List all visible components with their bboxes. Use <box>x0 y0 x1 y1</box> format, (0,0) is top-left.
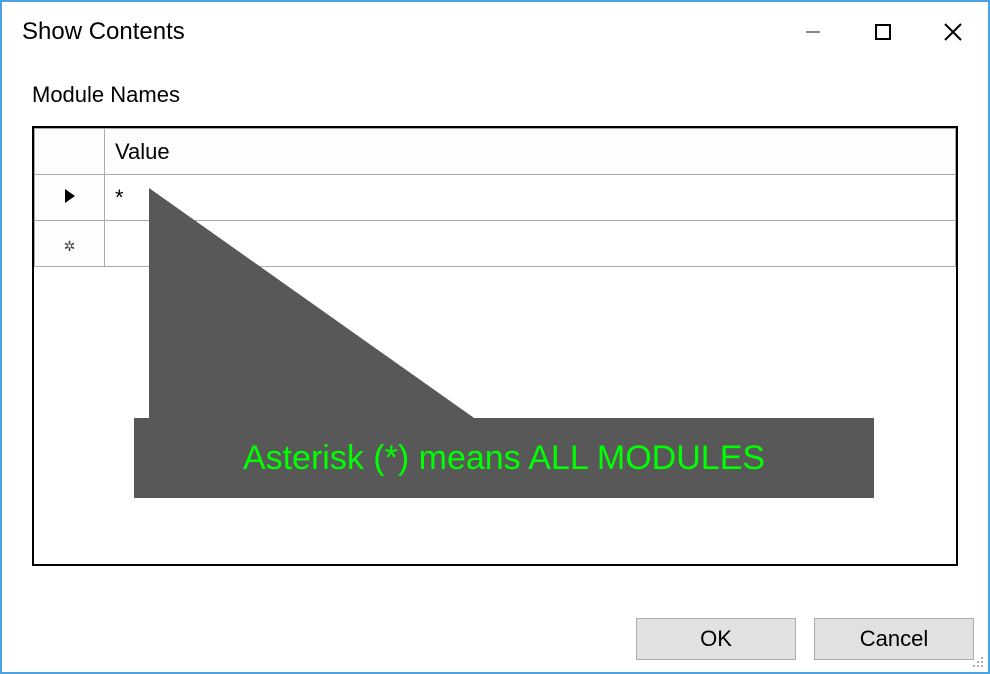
annotation-text: Asterisk (*) means ALL MODULES <box>243 439 765 478</box>
table-header-row: Value <box>35 129 956 175</box>
column-header-value[interactable]: Value <box>105 129 956 175</box>
minimize-button[interactable] <box>778 2 848 62</box>
grid-container: Value ✲ <box>32 126 958 566</box>
window-title: Show Contents <box>22 18 185 46</box>
table-row[interactable]: ✲ <box>35 221 956 267</box>
annotation-box: Asterisk (*) means ALL MODULES <box>134 418 874 498</box>
window-controls <box>778 2 988 62</box>
resize-grip-icon[interactable] <box>970 654 984 668</box>
minimize-icon <box>804 23 822 41</box>
close-button[interactable] <box>918 2 988 62</box>
new-row-icon: ✲ <box>64 238 76 254</box>
section-label: Module Names <box>32 82 958 108</box>
row-indicator-current <box>35 175 105 221</box>
titlebar: Show Contents <box>2 2 988 62</box>
dialog-body: Module Names Value <box>2 62 988 576</box>
value-cell-empty[interactable] <box>105 221 956 267</box>
close-icon <box>942 21 964 43</box>
current-row-icon <box>63 185 77 211</box>
dialog-footer: OK Cancel <box>636 618 974 660</box>
values-table: Value ✲ <box>34 128 956 267</box>
value-cell[interactable] <box>105 175 956 221</box>
table-corner <box>35 129 105 175</box>
row-indicator-new: ✲ <box>35 221 105 267</box>
table-row[interactable] <box>35 175 956 221</box>
value-input[interactable] <box>115 175 945 220</box>
maximize-icon <box>873 22 893 42</box>
cancel-button[interactable]: Cancel <box>814 618 974 660</box>
maximize-button[interactable] <box>848 2 918 62</box>
ok-button[interactable]: OK <box>636 618 796 660</box>
dialog-window: Show Contents Module Names Value <box>0 0 990 674</box>
